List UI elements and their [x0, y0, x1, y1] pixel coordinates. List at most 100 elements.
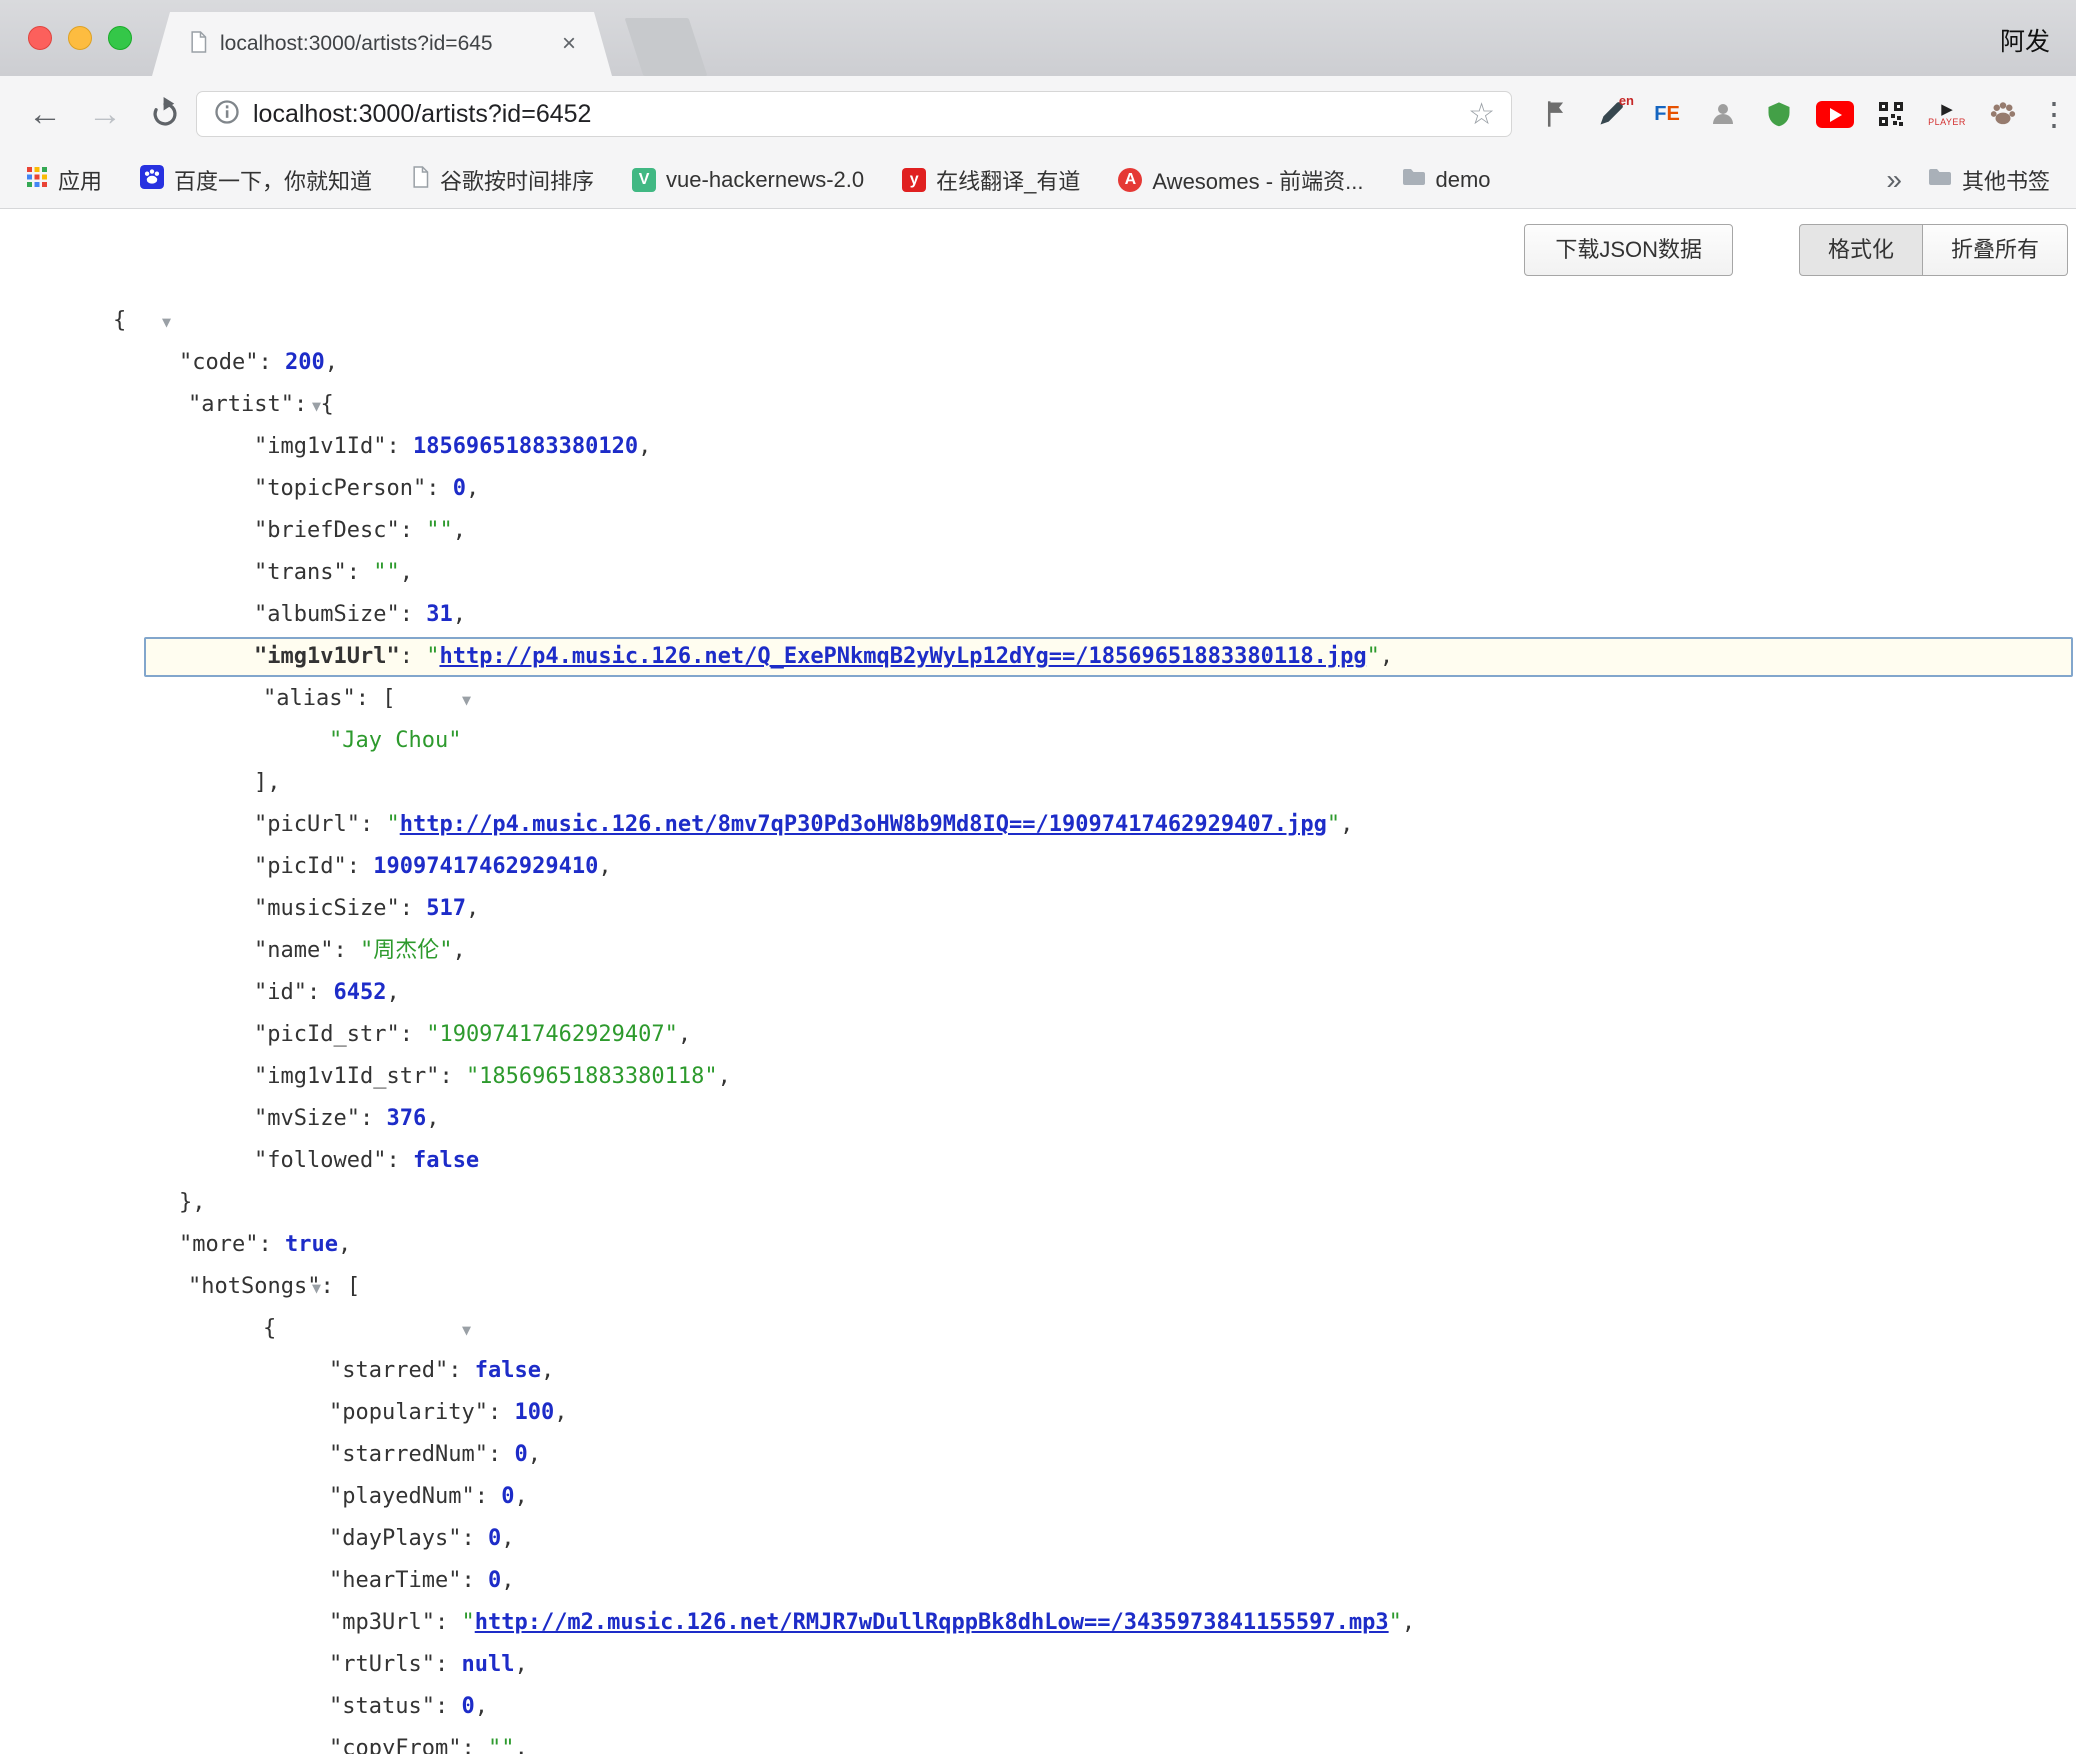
- json-token: "18569651883380118": [466, 1064, 718, 1089]
- address-bar[interactable]: localhost:3000/artists?id=6452 ☆: [196, 91, 1512, 137]
- json-line: "starredNum": 0,: [0, 1434, 2076, 1476]
- json-token: ,: [598, 854, 611, 879]
- minimize-window-button[interactable]: [68, 26, 92, 50]
- json-token: "name": [254, 938, 333, 963]
- json-token: {: [321, 392, 334, 417]
- tab-close-icon[interactable]: ×: [562, 30, 576, 58]
- json-token: :: [435, 1610, 462, 1635]
- json-token: "topicPerson": [254, 476, 426, 501]
- page-doc-icon: [410, 165, 430, 195]
- json-token: :: [488, 1442, 515, 1467]
- json-token: :: [400, 602, 427, 627]
- bookmark-star-icon[interactable]: ☆: [1468, 97, 1495, 132]
- browser-menu-icon[interactable]: ⋮: [2038, 95, 2068, 133]
- new-tab-button[interactable]: [625, 18, 708, 76]
- collapse-toggle-icon[interactable]: ▼: [162, 313, 171, 331]
- bookmark-google-sort[interactable]: 谷歌按时间排序: [410, 164, 594, 196]
- json-line: "picId": 19097417462929410,: [0, 846, 2076, 888]
- json-token: :: [400, 1022, 427, 1047]
- bookmarks-overflow-chevron[interactable]: »: [1886, 164, 1902, 196]
- json-token: 0: [488, 1526, 501, 1551]
- json-url-link[interactable]: http://p4.music.126.net/Q_ExePNkmqB2yWyL…: [439, 644, 1366, 669]
- bookmark-demo-folder[interactable]: demo: [1402, 167, 1491, 193]
- json-token: :: [461, 1526, 488, 1551]
- json-token: :: [347, 560, 374, 585]
- json-token: 0: [488, 1568, 501, 1593]
- collapse-toggle-icon[interactable]: ▼: [462, 691, 471, 709]
- back-button[interactable]: ←: [22, 92, 68, 136]
- json-token: :: [400, 896, 427, 921]
- json-line: "topicPerson": 0,: [0, 468, 2076, 510]
- json-viewer: ▼{"code": 200,▼"artist": {"img1v1Id": 18…: [0, 300, 2076, 1754]
- json-line: ▼"artist": {: [0, 384, 2076, 426]
- info-icon[interactable]: [213, 98, 241, 131]
- profile-name: 阿发: [2000, 22, 2050, 58]
- json-token: :: [360, 812, 387, 837]
- translate-pen-extension-icon[interactable]: en: [1590, 91, 1632, 137]
- browser-tab[interactable]: localhost:3000/artists?id=645 ×: [152, 12, 612, 76]
- bookmark-apps[interactable]: 应用: [26, 164, 102, 196]
- json-token: null: [461, 1652, 514, 1677]
- collapse-all-button[interactable]: 折叠所有: [1923, 224, 2068, 276]
- json-line: "mvSize": 376,: [0, 1098, 2076, 1140]
- json-line: "picId_str": "19097417462929407",: [0, 1014, 2076, 1056]
- download-json-button[interactable]: 下载JSON数据: [1524, 224, 1733, 276]
- json-token: :: [488, 1400, 515, 1425]
- json-token: :: [333, 938, 360, 963]
- json-token: "": [426, 518, 453, 543]
- bookmark-baidu[interactable]: 百度一下，你就知道: [140, 164, 372, 196]
- json-token: "dayPlays": [329, 1526, 461, 1551]
- json-token: "rtUrls": [329, 1652, 435, 1677]
- json-line: "code": 200,: [0, 342, 2076, 384]
- bookmark-label: 谷歌按时间排序: [440, 164, 594, 196]
- flag-extension-icon[interactable]: [1534, 91, 1576, 137]
- collapse-toggle-icon[interactable]: ▼: [462, 1321, 471, 1339]
- json-token: ": [461, 1610, 474, 1635]
- json-token: ": [426, 644, 439, 669]
- close-window-button[interactable]: [28, 26, 52, 50]
- json-token: :: [439, 1064, 466, 1089]
- json-token: ,: [718, 1064, 731, 1089]
- format-button[interactable]: 格式化: [1799, 224, 1923, 276]
- fullscreen-window-button[interactable]: [108, 26, 132, 50]
- json-token: :: [386, 1148, 413, 1173]
- json-token: ,: [678, 1022, 691, 1047]
- json-url-link[interactable]: http://p4.music.126.net/8mv7qP30Pd3oHW8b…: [400, 812, 1327, 837]
- json-token: {: [263, 1316, 276, 1341]
- json-line: "status": 0,: [0, 1686, 2076, 1728]
- browser-toolbar: ← → localhost:3000/artists?id=6452 ☆ en …: [0, 76, 2076, 152]
- other-bookmarks-label: 其他书签: [1962, 164, 2050, 196]
- paw-extension-icon[interactable]: [1982, 91, 2024, 137]
- json-token: false: [475, 1358, 541, 1383]
- json-token: ,: [501, 1526, 514, 1551]
- json-line: "followed": false: [0, 1140, 2076, 1182]
- json-token: "alias": [263, 686, 356, 711]
- qrcode-extension-icon[interactable]: [1870, 91, 1912, 137]
- bookmark-label: 应用: [58, 164, 102, 196]
- shield-extension-icon[interactable]: [1758, 91, 1800, 137]
- json-token: :: [258, 350, 285, 375]
- json-token: "picId": [254, 854, 347, 879]
- json-token: :: [461, 1736, 488, 1754]
- reload-button[interactable]: [142, 92, 188, 136]
- json-token: "more": [179, 1232, 258, 1257]
- other-bookmarks-folder[interactable]: 其他书签: [1928, 164, 2050, 196]
- bookmark-vue-hackernews[interactable]: V vue-hackernews-2.0: [632, 167, 864, 193]
- forward-button: →: [82, 92, 128, 136]
- json-url-link[interactable]: http://m2.music.126.net/RMJR7wDullRqppBk…: [475, 1610, 1389, 1635]
- bookmark-youdao-translate[interactable]: y 在线翻译_有道: [902, 164, 1080, 196]
- url-text: localhost:3000/artists?id=6452: [253, 100, 591, 129]
- json-token: :: [435, 1652, 462, 1677]
- player-extension-icon[interactable]: ▶ PLAYER: [1926, 91, 1968, 137]
- json-token: ,: [386, 980, 399, 1005]
- json-line: "popularity": 100,: [0, 1392, 2076, 1434]
- json-token: "": [488, 1736, 515, 1754]
- bookmarks-bar: 应用 百度一下，你就知道 谷歌按时间排序 V vue-hackernews-2.…: [0, 152, 2076, 209]
- bookmark-awesomes[interactable]: A Awesomes - 前端资...: [1118, 164, 1363, 196]
- json-token: "popularity": [329, 1400, 488, 1425]
- person-extension-icon[interactable]: [1702, 91, 1744, 137]
- json-token: 31: [426, 602, 453, 627]
- json-token: 100: [514, 1400, 554, 1425]
- youtube-extension-icon[interactable]: [1814, 91, 1856, 137]
- fe-extension-icon[interactable]: FE: [1646, 91, 1688, 137]
